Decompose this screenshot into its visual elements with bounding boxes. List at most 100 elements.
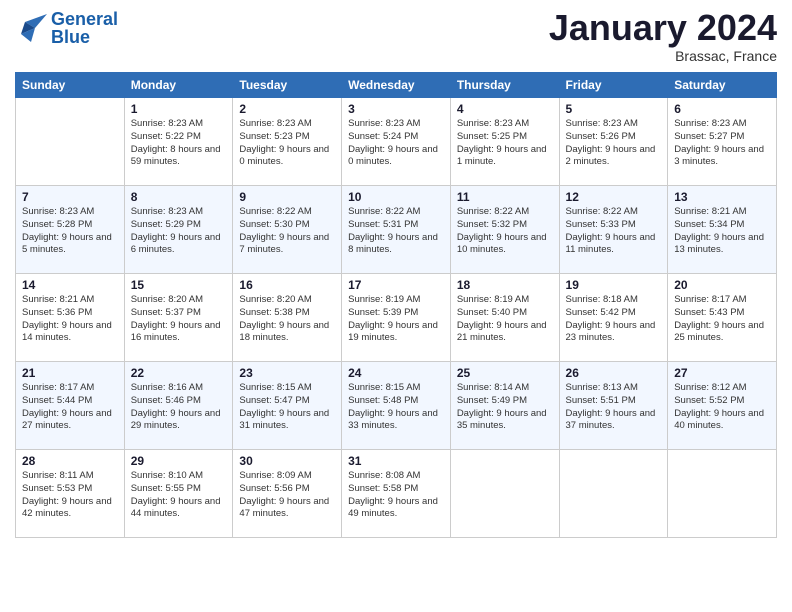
day-number: 17 bbox=[348, 278, 444, 292]
day-number: 11 bbox=[457, 190, 553, 204]
table-row: 20 Sunrise: 8:17 AMSunset: 5:43 PMDaylig… bbox=[668, 274, 777, 362]
table-row: 10 Sunrise: 8:22 AMSunset: 5:31 PMDaylig… bbox=[342, 186, 451, 274]
logo-icon bbox=[15, 14, 47, 42]
day-info: Sunrise: 8:23 AMSunset: 5:25 PMDaylight:… bbox=[457, 118, 553, 169]
logo: General Blue bbox=[15, 10, 118, 46]
table-row: 7 Sunrise: 8:23 AMSunset: 5:28 PMDayligh… bbox=[16, 186, 125, 274]
table-row: 29 Sunrise: 8:10 AMSunset: 5:55 PMDaylig… bbox=[124, 450, 233, 538]
day-number: 28 bbox=[22, 454, 118, 468]
header: General Blue January 2024 Brassac, Franc… bbox=[15, 10, 777, 64]
day-info: Sunrise: 8:19 AMSunset: 5:40 PMDaylight:… bbox=[457, 294, 553, 345]
day-info: Sunrise: 8:23 AMSunset: 5:29 PMDaylight:… bbox=[131, 206, 227, 257]
col-friday: Friday bbox=[559, 73, 668, 98]
day-number: 8 bbox=[131, 190, 227, 204]
day-info: Sunrise: 8:20 AMSunset: 5:37 PMDaylight:… bbox=[131, 294, 227, 345]
day-number: 27 bbox=[674, 366, 770, 380]
day-info: Sunrise: 8:15 AMSunset: 5:48 PMDaylight:… bbox=[348, 382, 444, 433]
day-info: Sunrise: 8:08 AMSunset: 5:58 PMDaylight:… bbox=[348, 470, 444, 521]
table-row: 9 Sunrise: 8:22 AMSunset: 5:30 PMDayligh… bbox=[233, 186, 342, 274]
title-block: January 2024 Brassac, France bbox=[549, 10, 777, 64]
day-number: 4 bbox=[457, 102, 553, 116]
week-row-2: 14 Sunrise: 8:21 AMSunset: 5:36 PMDaylig… bbox=[16, 274, 777, 362]
day-info: Sunrise: 8:18 AMSunset: 5:42 PMDaylight:… bbox=[566, 294, 662, 345]
day-number: 6 bbox=[674, 102, 770, 116]
table-row: 17 Sunrise: 8:19 AMSunset: 5:39 PMDaylig… bbox=[342, 274, 451, 362]
day-number: 18 bbox=[457, 278, 553, 292]
day-info: Sunrise: 8:23 AMSunset: 5:27 PMDaylight:… bbox=[674, 118, 770, 169]
day-info: Sunrise: 8:21 AMSunset: 5:34 PMDaylight:… bbox=[674, 206, 770, 257]
day-number: 1 bbox=[131, 102, 227, 116]
location: Brassac, France bbox=[549, 48, 777, 64]
day-number: 21 bbox=[22, 366, 118, 380]
logo-text: General bbox=[51, 10, 118, 28]
day-info: Sunrise: 8:22 AMSunset: 5:32 PMDaylight:… bbox=[457, 206, 553, 257]
day-number: 9 bbox=[239, 190, 335, 204]
table-row: 19 Sunrise: 8:18 AMSunset: 5:42 PMDaylig… bbox=[559, 274, 668, 362]
day-info: Sunrise: 8:19 AMSunset: 5:39 PMDaylight:… bbox=[348, 294, 444, 345]
day-info: Sunrise: 8:23 AMSunset: 5:22 PMDaylight:… bbox=[131, 118, 227, 169]
table-row: 5 Sunrise: 8:23 AMSunset: 5:26 PMDayligh… bbox=[559, 98, 668, 186]
logo-text2: Blue bbox=[51, 28, 118, 46]
day-number: 5 bbox=[566, 102, 662, 116]
col-tuesday: Tuesday bbox=[233, 73, 342, 98]
day-info: Sunrise: 8:16 AMSunset: 5:46 PMDaylight:… bbox=[131, 382, 227, 433]
day-info: Sunrise: 8:15 AMSunset: 5:47 PMDaylight:… bbox=[239, 382, 335, 433]
day-number: 22 bbox=[131, 366, 227, 380]
day-info: Sunrise: 8:21 AMSunset: 5:36 PMDaylight:… bbox=[22, 294, 118, 345]
day-info: Sunrise: 8:10 AMSunset: 5:55 PMDaylight:… bbox=[131, 470, 227, 521]
day-number: 16 bbox=[239, 278, 335, 292]
table-row: 14 Sunrise: 8:21 AMSunset: 5:36 PMDaylig… bbox=[16, 274, 125, 362]
table-row: 16 Sunrise: 8:20 AMSunset: 5:38 PMDaylig… bbox=[233, 274, 342, 362]
day-number: 13 bbox=[674, 190, 770, 204]
day-number: 23 bbox=[239, 366, 335, 380]
table-row: 25 Sunrise: 8:14 AMSunset: 5:49 PMDaylig… bbox=[450, 362, 559, 450]
day-info: Sunrise: 8:09 AMSunset: 5:56 PMDaylight:… bbox=[239, 470, 335, 521]
table-row: 28 Sunrise: 8:11 AMSunset: 5:53 PMDaylig… bbox=[16, 450, 125, 538]
table-row: 31 Sunrise: 8:08 AMSunset: 5:58 PMDaylig… bbox=[342, 450, 451, 538]
table-row bbox=[559, 450, 668, 538]
page: General Blue January 2024 Brassac, Franc… bbox=[0, 0, 792, 612]
table-row bbox=[668, 450, 777, 538]
table-row: 30 Sunrise: 8:09 AMSunset: 5:56 PMDaylig… bbox=[233, 450, 342, 538]
day-info: Sunrise: 8:20 AMSunset: 5:38 PMDaylight:… bbox=[239, 294, 335, 345]
week-row-0: 1 Sunrise: 8:23 AMSunset: 5:22 PMDayligh… bbox=[16, 98, 777, 186]
day-number: 7 bbox=[22, 190, 118, 204]
day-info: Sunrise: 8:12 AMSunset: 5:52 PMDaylight:… bbox=[674, 382, 770, 433]
day-info: Sunrise: 8:17 AMSunset: 5:44 PMDaylight:… bbox=[22, 382, 118, 433]
day-info: Sunrise: 8:22 AMSunset: 5:31 PMDaylight:… bbox=[348, 206, 444, 257]
table-row: 26 Sunrise: 8:13 AMSunset: 5:51 PMDaylig… bbox=[559, 362, 668, 450]
day-info: Sunrise: 8:23 AMSunset: 5:28 PMDaylight:… bbox=[22, 206, 118, 257]
month-title: January 2024 bbox=[549, 10, 777, 46]
col-wednesday: Wednesday bbox=[342, 73, 451, 98]
day-number: 10 bbox=[348, 190, 444, 204]
day-info: Sunrise: 8:17 AMSunset: 5:43 PMDaylight:… bbox=[674, 294, 770, 345]
table-row: 11 Sunrise: 8:22 AMSunset: 5:32 PMDaylig… bbox=[450, 186, 559, 274]
table-row: 2 Sunrise: 8:23 AMSunset: 5:23 PMDayligh… bbox=[233, 98, 342, 186]
day-number: 26 bbox=[566, 366, 662, 380]
day-number: 15 bbox=[131, 278, 227, 292]
day-info: Sunrise: 8:23 AMSunset: 5:26 PMDaylight:… bbox=[566, 118, 662, 169]
day-number: 19 bbox=[566, 278, 662, 292]
table-row: 18 Sunrise: 8:19 AMSunset: 5:40 PMDaylig… bbox=[450, 274, 559, 362]
table-row: 27 Sunrise: 8:12 AMSunset: 5:52 PMDaylig… bbox=[668, 362, 777, 450]
col-sunday: Sunday bbox=[16, 73, 125, 98]
day-number: 30 bbox=[239, 454, 335, 468]
table-row: 6 Sunrise: 8:23 AMSunset: 5:27 PMDayligh… bbox=[668, 98, 777, 186]
table-row: 13 Sunrise: 8:21 AMSunset: 5:34 PMDaylig… bbox=[668, 186, 777, 274]
day-number: 24 bbox=[348, 366, 444, 380]
week-row-4: 28 Sunrise: 8:11 AMSunset: 5:53 PMDaylig… bbox=[16, 450, 777, 538]
day-info: Sunrise: 8:23 AMSunset: 5:23 PMDaylight:… bbox=[239, 118, 335, 169]
table-row: 24 Sunrise: 8:15 AMSunset: 5:48 PMDaylig… bbox=[342, 362, 451, 450]
day-number: 14 bbox=[22, 278, 118, 292]
day-info: Sunrise: 8:14 AMSunset: 5:49 PMDaylight:… bbox=[457, 382, 553, 433]
table-row: 4 Sunrise: 8:23 AMSunset: 5:25 PMDayligh… bbox=[450, 98, 559, 186]
day-number: 3 bbox=[348, 102, 444, 116]
day-info: Sunrise: 8:22 AMSunset: 5:30 PMDaylight:… bbox=[239, 206, 335, 257]
day-number: 25 bbox=[457, 366, 553, 380]
day-info: Sunrise: 8:11 AMSunset: 5:53 PMDaylight:… bbox=[22, 470, 118, 521]
day-info: Sunrise: 8:13 AMSunset: 5:51 PMDaylight:… bbox=[566, 382, 662, 433]
table-row: 23 Sunrise: 8:15 AMSunset: 5:47 PMDaylig… bbox=[233, 362, 342, 450]
table-row: 15 Sunrise: 8:20 AMSunset: 5:37 PMDaylig… bbox=[124, 274, 233, 362]
table-row: 21 Sunrise: 8:17 AMSunset: 5:44 PMDaylig… bbox=[16, 362, 125, 450]
header-row: Sunday Monday Tuesday Wednesday Thursday… bbox=[16, 73, 777, 98]
